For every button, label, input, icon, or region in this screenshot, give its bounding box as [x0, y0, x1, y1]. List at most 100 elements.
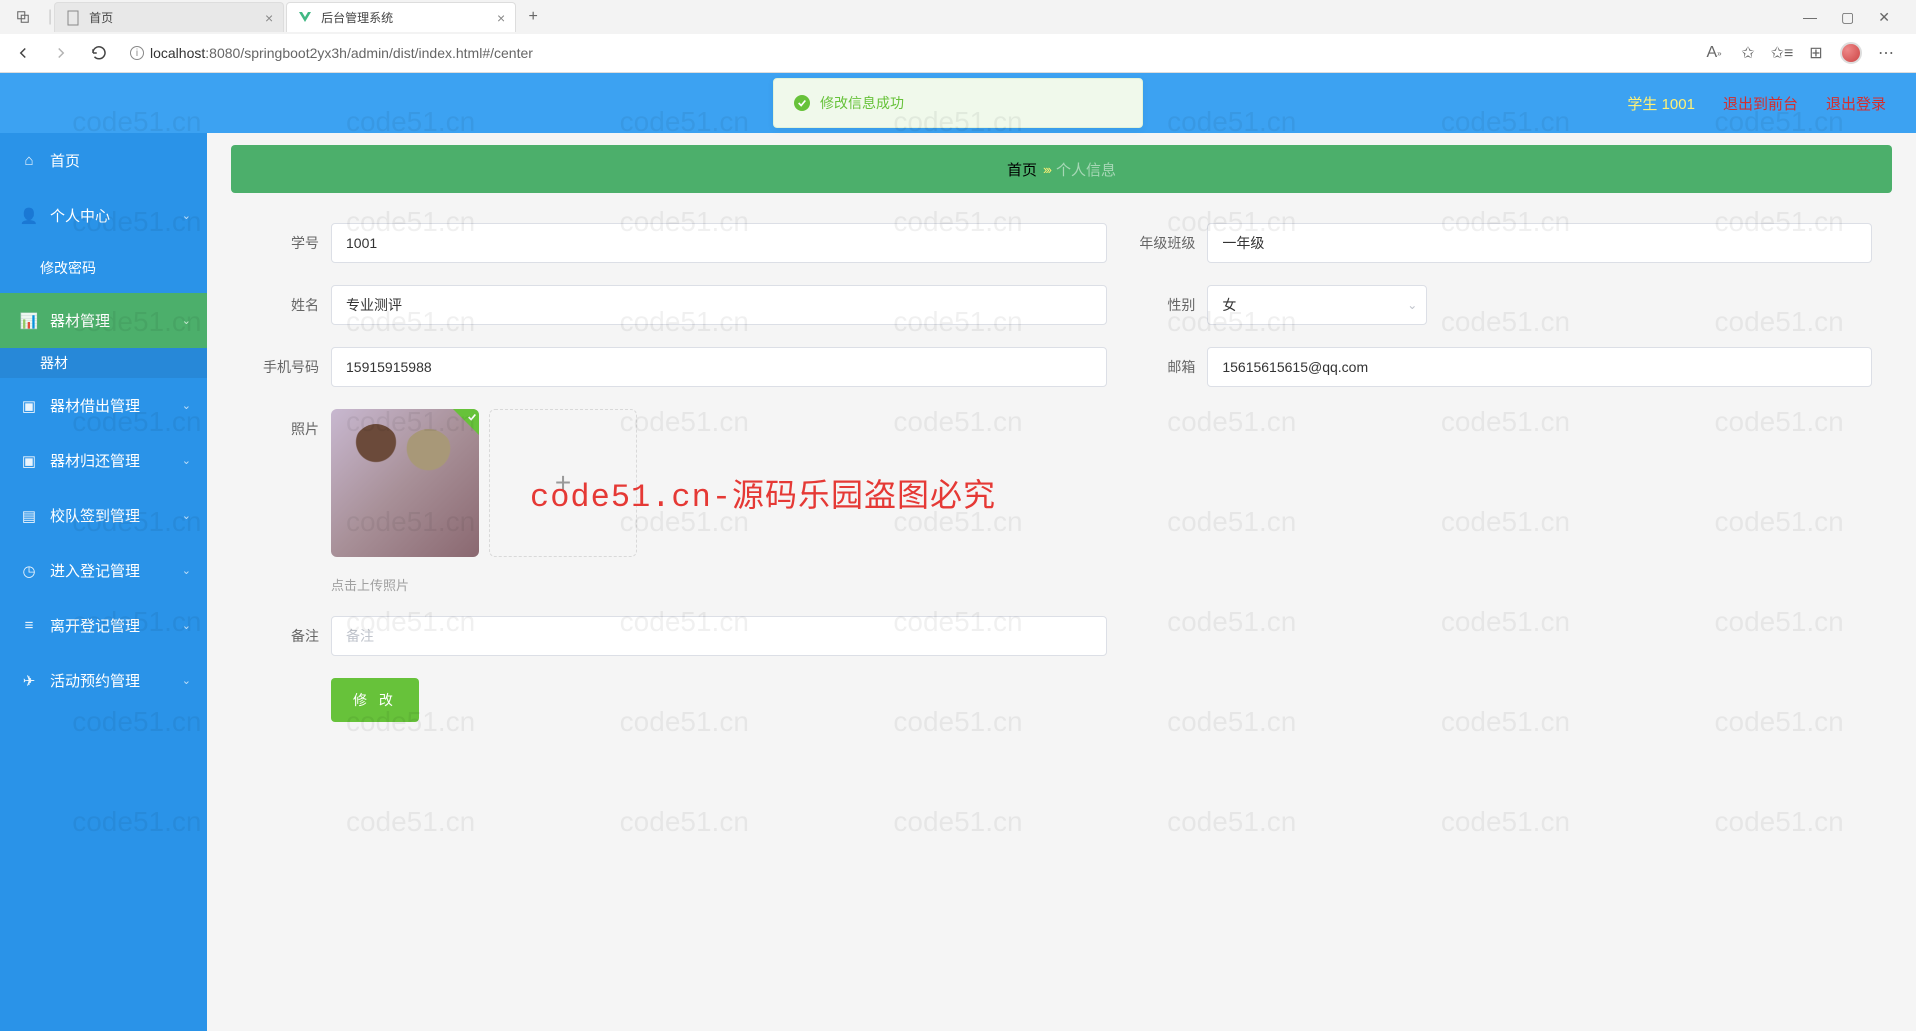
breadcrumb-current: 个人信息: [1056, 159, 1116, 180]
favorites-icon[interactable]: ✩≡: [1772, 43, 1792, 63]
browser-tab[interactable]: 首页 ×: [54, 2, 284, 32]
clock-icon: ◷: [20, 562, 38, 580]
grade-label: 年级班级: [1127, 233, 1207, 253]
box-icon: ▣: [20, 397, 38, 415]
read-aloud-icon[interactable]: A»: [1704, 43, 1724, 63]
breadcrumb-home[interactable]: 首页: [1007, 159, 1037, 180]
url-path: /springboot2yx3h/admin/dist/index.html#/…: [240, 45, 533, 61]
phone-label: 手机号码: [251, 357, 331, 377]
info-icon[interactable]: i: [130, 46, 144, 60]
sidebar-item-label: 器材管理: [50, 310, 110, 331]
url-host: localhost: [150, 45, 205, 61]
remark-label: 备注: [251, 626, 331, 646]
check-icon: [794, 95, 810, 111]
back-button[interactable]: [8, 38, 38, 68]
more-icon[interactable]: ⋯: [1876, 43, 1896, 63]
sidebar-item-label: 进入登记管理: [50, 560, 140, 581]
sidebar-item-label: 个人中心: [50, 205, 110, 226]
sidebar-item-label: 离开登记管理: [50, 615, 140, 636]
success-toast: 修改信息成功: [773, 78, 1143, 128]
tab-title: 后台管理系统: [321, 9, 489, 26]
sidebar-item-checkin[interactable]: ▤ 校队签到管理 ⌄: [0, 488, 207, 543]
photo-upload-area: + 点击上传照片: [331, 409, 1107, 594]
exit-front-link[interactable]: 退出到前台: [1723, 93, 1798, 114]
email-input[interactable]: [1207, 347, 1872, 387]
box-icon: ▣: [20, 452, 38, 470]
breadcrumb: 首页 ››› 个人信息: [231, 145, 1892, 193]
close-icon[interactable]: ×: [265, 10, 273, 26]
home-icon: ⌂: [20, 152, 38, 169]
sidebar-item-leave[interactable]: ≡ 离开登记管理 ⌄: [0, 598, 207, 653]
student-id-label: 学号: [251, 233, 331, 253]
sidebar-item-profile[interactable]: 👤 个人中心 ⌄: [0, 188, 207, 243]
star-icon[interactable]: ✩: [1738, 43, 1758, 63]
sidebar-item-return[interactable]: ▣ 器材归还管理 ⌄: [0, 433, 207, 488]
sidebar-sub-label: 修改密码: [40, 258, 96, 278]
photo-success-badge: [453, 409, 479, 435]
sidebar-item-label: 器材借出管理: [50, 395, 140, 416]
tab-overview-icon[interactable]: [8, 2, 38, 32]
sidebar-item-label: 首页: [50, 150, 80, 171]
sidebar-item-enter[interactable]: ◷ 进入登记管理 ⌄: [0, 543, 207, 598]
sidebar-item-label: 器材归还管理: [50, 450, 140, 471]
refresh-button[interactable]: [84, 38, 114, 68]
vue-icon: [297, 10, 313, 26]
sidebar-sub-label: 器材: [40, 353, 68, 373]
plane-icon: ✈: [20, 672, 38, 690]
phone-input[interactable]: [331, 347, 1107, 387]
tab-bar: | 首页 × 后台管理系统 × + — ▢ ✕: [0, 0, 1916, 34]
app-header: 修改信息成功 学生 1001 退出到前台 退出登录: [0, 73, 1916, 133]
minimize-icon[interactable]: —: [1803, 9, 1817, 26]
browser-tab-active[interactable]: 后台管理系统 ×: [286, 2, 516, 32]
sidebar-item-activity[interactable]: ✈ 活动预约管理 ⌄: [0, 653, 207, 708]
name-label: 姓名: [251, 295, 331, 315]
chevron-down-icon: ⌄: [182, 674, 191, 687]
new-tab-button[interactable]: +: [518, 2, 548, 32]
maximize-icon[interactable]: ▢: [1841, 9, 1854, 26]
photo-thumbnail[interactable]: [331, 409, 479, 557]
close-icon[interactable]: ×: [497, 10, 505, 26]
gender-select[interactable]: ⌄: [1207, 285, 1427, 325]
address-bar-actions: A» ✩ ✩≡ ⊞ ⋯: [1692, 42, 1908, 64]
page-icon: [65, 10, 81, 26]
logout-link[interactable]: 退出登录: [1826, 93, 1886, 114]
close-window-icon[interactable]: ✕: [1878, 9, 1890, 26]
chevron-down-icon: ⌄: [182, 509, 191, 522]
breadcrumb-sep-icon: ›››: [1043, 162, 1050, 177]
remark-input[interactable]: [331, 616, 1107, 656]
check-icon: ▤: [20, 507, 38, 525]
user-icon: 👤: [20, 207, 38, 225]
sidebar-item-borrow[interactable]: ▣ 器材借出管理 ⌄: [0, 378, 207, 433]
name-input[interactable]: [331, 285, 1107, 325]
chevron-down-icon: ⌄: [1407, 298, 1417, 312]
sidebar-sub-change-password[interactable]: 修改密码: [0, 243, 207, 293]
submit-button[interactable]: 修 改: [331, 678, 419, 722]
sidebar: ⌂ 首页 👤 个人中心 ⌄ 修改密码 📊 器材管理 ⌄ 器材 ▣ 器材借出管理 …: [0, 133, 207, 1031]
chevron-down-icon: ⌄: [182, 399, 191, 412]
photo-hint: 点击上传照片: [331, 575, 1107, 594]
content-area: 首页 ››› 个人信息 学号 年级班级 姓名: [207, 133, 1916, 1031]
url-input[interactable]: i localhost:8080/springboot2yx3h/admin/d…: [122, 38, 1684, 68]
sidebar-item-home[interactable]: ⌂ 首页: [0, 133, 207, 188]
main-layout: ⌂ 首页 👤 个人中心 ⌄ 修改密码 📊 器材管理 ⌄ 器材 ▣ 器材借出管理 …: [0, 133, 1916, 1031]
chevron-down-icon: ⌄: [182, 454, 191, 467]
student-id-input[interactable]: [331, 223, 1107, 263]
sidebar-item-label: 校队签到管理: [50, 505, 140, 526]
grade-input[interactable]: [1207, 223, 1872, 263]
sidebar-item-equipment[interactable]: 📊 器材管理 ⌄: [0, 293, 207, 348]
tab-title: 首页: [89, 9, 257, 26]
chevron-down-icon: ⌄: [182, 619, 191, 632]
sidebar-sub-equipment[interactable]: 器材: [0, 348, 207, 378]
photo-add-button[interactable]: +: [489, 409, 637, 557]
collections-icon[interactable]: ⊞: [1806, 43, 1826, 63]
chevron-down-icon: ⌄: [182, 564, 191, 577]
forward-button[interactable]: [46, 38, 76, 68]
user-label[interactable]: 学生 1001: [1627, 93, 1695, 114]
gender-value[interactable]: [1207, 285, 1427, 325]
browser-chrome: | 首页 × 后台管理系统 × + — ▢ ✕ i localhost:8080…: [0, 0, 1916, 73]
photo-label: 照片: [251, 409, 331, 439]
menu-icon: ≡: [20, 617, 38, 634]
gender-label: 性别: [1127, 295, 1207, 315]
chevron-down-icon: ⌄: [182, 314, 191, 327]
profile-avatar[interactable]: [1840, 42, 1862, 64]
